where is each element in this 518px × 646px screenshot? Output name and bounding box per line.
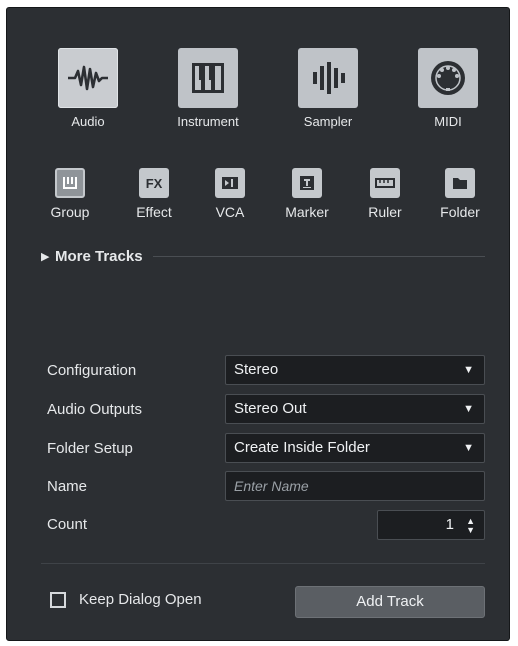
track-type-instrument[interactable]: Instrument [173, 48, 243, 129]
add-track-button[interactable]: Add Track [295, 586, 485, 618]
count-label: Count [47, 516, 88, 533]
track-type-marker[interactable]: Marker [277, 168, 337, 220]
track-type-midi-label: MIDI [434, 114, 462, 129]
track-type-ruler[interactable]: Ruler [355, 168, 415, 220]
track-type-effect[interactable]: FX Effect [124, 168, 184, 220]
dropdown-arrow-icon: ▼ [463, 442, 474, 454]
more-tracks-divider [152, 255, 485, 257]
group-icon [55, 168, 85, 198]
folder-setup-select[interactable]: Create Inside Folder ▼ [225, 433, 485, 463]
piano-keys-icon [178, 48, 238, 108]
footer-divider [41, 563, 485, 564]
folder-setup-value: Create Inside Folder [234, 439, 370, 456]
track-type-ruler-label: Ruler [368, 204, 402, 220]
name-input[interactable] [225, 471, 485, 501]
keep-dialog-open-checkbox[interactable] [50, 592, 66, 608]
track-type-audio-label: Audio [71, 114, 105, 129]
audio-outputs-value: Stereo Out [234, 400, 307, 417]
track-type-vca-label: VCA [215, 204, 245, 220]
more-tracks-toggle[interactable]: ▶ More Tracks [41, 246, 485, 266]
sampler-bars-icon [298, 48, 358, 108]
count-value: 1 [445, 516, 454, 533]
track-type-group[interactable]: Group [40, 168, 100, 220]
track-type-midi[interactable]: MIDI [413, 48, 483, 129]
track-type-marker-label: Marker [285, 204, 329, 220]
audio-waveform-icon [58, 48, 118, 108]
track-type-folder-label: Folder [440, 204, 480, 220]
track-type-vca[interactable]: VCA [200, 168, 260, 220]
configuration-value: Stereo [234, 361, 279, 378]
keep-dialog-open-label: Keep Dialog Open [79, 591, 202, 608]
marker-icon [292, 168, 322, 198]
ruler-icon [370, 168, 400, 198]
up-down-arrows-icon[interactable]: ▲ ▼ [466, 511, 475, 539]
vca-icon [215, 168, 245, 198]
count-stepper[interactable]: 1 ▲ ▼ [377, 510, 485, 540]
configuration-label: Configuration [47, 362, 137, 379]
track-type-audio[interactable]: Audio [53, 48, 123, 129]
track-type-instrument-label: Instrument [177, 114, 239, 129]
more-tracks-label: More Tracks [55, 247, 143, 265]
track-type-effect-label: Effect [136, 204, 172, 220]
track-type-folder[interactable]: Folder [430, 168, 490, 220]
track-type-sampler-label: Sampler [303, 114, 353, 129]
fx-icon: FX [139, 168, 169, 198]
name-label: Name [47, 478, 88, 495]
dropdown-arrow-icon: ▼ [463, 403, 474, 415]
fx-icon-text: FX [145, 175, 163, 191]
audio-outputs-label: Audio Outputs [47, 401, 143, 418]
expand-arrow-icon: ▶ [41, 250, 50, 263]
folder-setup-label: Folder Setup [47, 440, 133, 457]
dropdown-arrow-icon: ▼ [463, 364, 474, 376]
configuration-select[interactable]: Stereo ▼ [225, 355, 485, 385]
midi-connector-icon [418, 48, 478, 108]
track-type-group-label: Group [50, 204, 90, 220]
add-track-dialog: Audio Instrument Sampler MIDI Group FX E… [6, 7, 510, 641]
audio-outputs-select[interactable]: Stereo Out ▼ [225, 394, 485, 424]
folder-icon [445, 168, 475, 198]
track-type-sampler[interactable]: Sampler [293, 48, 363, 129]
